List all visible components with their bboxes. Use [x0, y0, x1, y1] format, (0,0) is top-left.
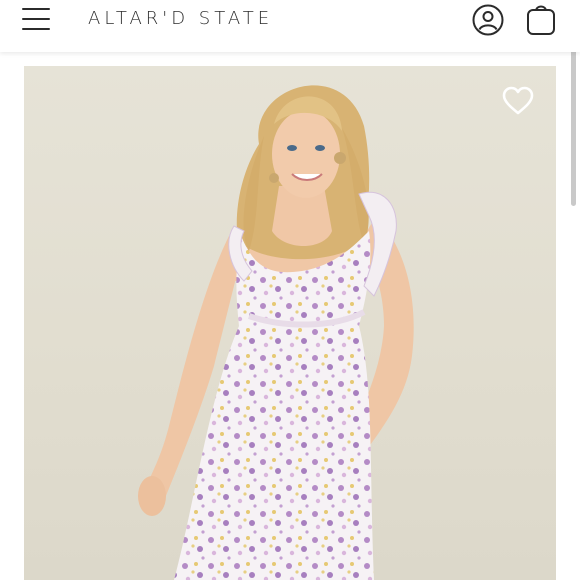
heart-outline-icon[interactable] [502, 86, 534, 116]
model-in-floral-dress-image [138, 85, 414, 580]
product-photo[interactable] [24, 66, 556, 580]
scrollbar[interactable] [571, 28, 576, 206]
user-account-icon[interactable] [472, 4, 504, 36]
brand-logo[interactable]: ALTAR'D STATE [88, 8, 273, 29]
site-header: ALTAR'D STATE [0, 0, 580, 52]
hamburger-menu-icon[interactable] [22, 8, 50, 30]
shopping-bag-icon[interactable] [526, 2, 556, 36]
